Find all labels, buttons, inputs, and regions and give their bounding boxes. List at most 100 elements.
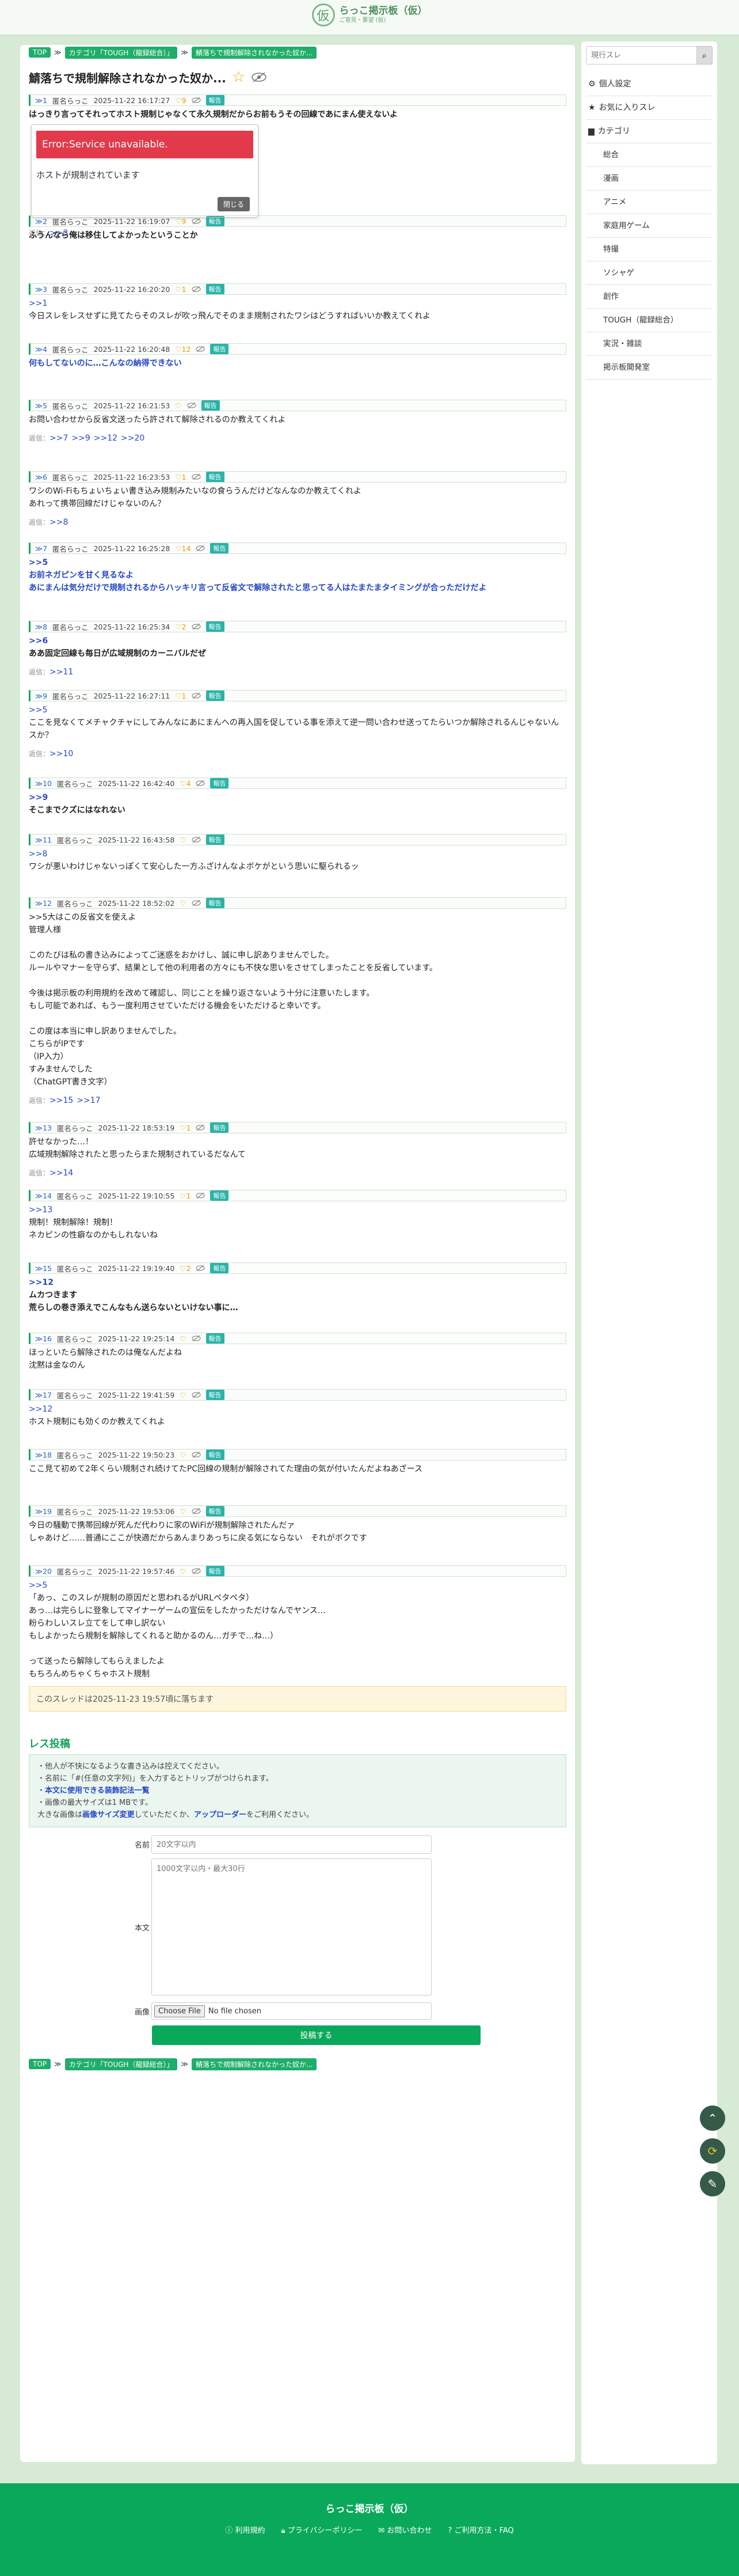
sidebar-item[interactable]: 掲示板開発室 <box>586 356 713 380</box>
post-number[interactable]: ≫1 <box>35 96 47 105</box>
like-heart-icon[interactable]: ♡1 <box>180 1124 191 1132</box>
report-button[interactable]: 報告 <box>205 621 224 632</box>
sidebar-item[interactable]: 特撮 <box>586 238 713 261</box>
post-number[interactable]: ≫15 <box>35 1264 52 1273</box>
sidebar-item[interactable]: アニメ <box>586 191 713 214</box>
post-number[interactable]: ≫17 <box>35 1391 52 1399</box>
breadcrumb-thread[interactable]: 鯖落ちで規制解除されなかった奴か... <box>192 2058 317 2070</box>
hide-post-eye-icon[interactable] <box>191 473 201 480</box>
hide-post-eye-icon[interactable] <box>191 218 201 225</box>
breadcrumb-category[interactable]: カテゴリ「TOUGH（龍録総合）」 <box>64 46 178 59</box>
post-number[interactable]: ≫11 <box>35 836 52 844</box>
name-input[interactable] <box>151 1835 432 1854</box>
report-button[interactable]: 報告 <box>201 400 220 411</box>
footer-link-privacy[interactable]: 🔒︎ プライバシーポリシー <box>281 2524 363 2535</box>
like-heart-icon[interactable]: ♡1 <box>175 473 186 481</box>
report-button[interactable]: 報告 <box>210 543 229 553</box>
close-button[interactable]: 閉じる <box>217 197 250 211</box>
like-heart-icon[interactable]: ♡9 <box>175 217 186 226</box>
sidebar-item[interactable]: ⚙ 個人設定 <box>586 73 713 96</box>
breadcrumb-top[interactable]: TOP <box>29 47 51 58</box>
like-heart-icon[interactable]: ♡14 <box>175 544 191 553</box>
sidebar-item[interactable]: 漫画 <box>586 167 713 191</box>
report-button[interactable]: 報告 <box>210 1263 229 1273</box>
hide-post-eye-icon[interactable] <box>191 286 201 293</box>
sidebar-item[interactable]: 創作 <box>586 285 713 309</box>
report-button[interactable]: 報告 <box>210 1190 229 1201</box>
report-button[interactable]: 報告 <box>210 1122 229 1133</box>
like-heart-icon[interactable]: ♡2 <box>180 1264 191 1273</box>
like-heart-icon[interactable]: ♡ <box>180 836 186 844</box>
site-logo[interactable]: 仮 らっこ掲示板（仮） ご意見・要望 (仮) <box>311 3 428 26</box>
report-button[interactable]: 報告 <box>205 284 224 294</box>
hide-post-eye-icon[interactable] <box>196 545 205 552</box>
hide-post-eye-icon[interactable] <box>191 97 201 104</box>
reply-link[interactable]: >>7 <box>49 434 68 443</box>
sidebar-item[interactable]: 実況・雑談 <box>586 332 713 356</box>
footer-link-terms[interactable]: ⓘ 利用規約 <box>225 2524 265 2535</box>
hide-post-eye-icon[interactable] <box>191 1508 201 1515</box>
reply-link[interactable]: >>10 <box>49 749 73 758</box>
report-button[interactable]: 報告 <box>210 778 229 788</box>
reply-link[interactable]: >>12 <box>94 434 117 443</box>
breadcrumb-category[interactable]: カテゴリ「TOUGH（龍録総合）」 <box>64 2058 178 2070</box>
like-heart-icon[interactable]: ♡4 <box>180 779 191 788</box>
report-button[interactable]: 報告 <box>205 472 224 482</box>
post-number[interactable]: ≫5 <box>35 401 47 410</box>
hide-post-eye-icon[interactable] <box>191 900 201 906</box>
like-heart-icon[interactable]: ♡2 <box>175 623 186 631</box>
post-number[interactable]: ≫8 <box>35 623 47 631</box>
reply-link[interactable]: >>8 <box>49 518 68 527</box>
refresh-icon[interactable]: ⟳ <box>700 2138 725 2164</box>
post-number[interactable]: ≫2 <box>35 217 47 226</box>
post-number[interactable]: ≫19 <box>35 1507 52 1516</box>
hide-post-eye-icon[interactable] <box>191 1451 201 1458</box>
breadcrumb-top[interactable]: TOP <box>29 2059 51 2069</box>
breadcrumb-thread[interactable]: 鯖落ちで規制解除されなかった奴か... <box>192 46 317 59</box>
markup-guide-link[interactable]: 本文に使用できる装飾記法一覧 <box>45 1786 150 1795</box>
report-button[interactable]: 報告 <box>205 95 224 105</box>
like-heart-icon[interactable]: ♡ <box>180 1567 186 1576</box>
post-number[interactable]: ≫3 <box>35 285 47 294</box>
submit-button[interactable]: 投稿する <box>152 2025 481 2045</box>
sidebar-item[interactable]: ★ お気に入りスレ <box>586 96 713 120</box>
hide-post-eye-icon[interactable] <box>191 623 201 630</box>
post-number[interactable]: ≫18 <box>35 1451 52 1459</box>
like-heart-icon[interactable]: ♡ <box>175 401 181 410</box>
post-number[interactable]: ≫6 <box>35 473 47 481</box>
post-number[interactable]: ≫9 <box>35 692 47 700</box>
favorite-star-icon[interactable]: ☆ <box>232 70 245 85</box>
like-heart-icon[interactable]: ♡1 <box>180 1192 191 1200</box>
image-resize-link[interactable]: 画像サイズ変更 <box>82 1811 135 1819</box>
hide-post-eye-icon[interactable] <box>196 1192 205 1199</box>
choose-file-button[interactable]: Choose File <box>154 2005 205 2017</box>
report-button[interactable]: 報告 <box>210 344 229 354</box>
like-heart-icon[interactable]: ♡ <box>180 1451 186 1459</box>
search-input[interactable] <box>586 46 697 65</box>
reply-link[interactable]: >>17 <box>77 1096 100 1105</box>
reply-link[interactable]: >>9 <box>71 434 90 443</box>
hide-post-eye-icon[interactable] <box>191 1568 201 1575</box>
hide-post-eye-icon[interactable] <box>196 1124 205 1131</box>
reply-link[interactable]: >>15 <box>49 1096 73 1105</box>
report-button[interactable]: 報告 <box>205 1450 224 1460</box>
like-heart-icon[interactable]: ♡1 <box>175 692 186 700</box>
report-button[interactable]: 報告 <box>205 691 224 701</box>
hide-post-eye-icon[interactable] <box>196 346 205 352</box>
report-button[interactable]: 報告 <box>205 898 224 908</box>
like-heart-icon[interactable]: ♡ <box>180 1334 186 1343</box>
post-number[interactable]: ≫12 <box>35 899 52 908</box>
hide-post-eye-icon[interactable] <box>191 836 201 843</box>
report-button[interactable]: 報告 <box>205 1566 224 1576</box>
post-number[interactable]: ≫13 <box>35 1124 52 1132</box>
like-heart-icon[interactable]: ♡9 <box>175 96 186 105</box>
scroll-top-icon[interactable]: ⌃ <box>700 2105 725 2131</box>
like-heart-icon[interactable]: ♡ <box>180 1507 186 1516</box>
report-button[interactable]: 報告 <box>205 834 224 845</box>
sidebar-item[interactable]: ▆ カテゴリ <box>586 120 713 143</box>
reply-link[interactable]: >>11 <box>49 667 73 677</box>
report-button[interactable]: 報告 <box>205 1390 224 1400</box>
search-icon[interactable]: ⌕ <box>696 46 713 65</box>
report-button[interactable]: 報告 <box>205 1333 224 1344</box>
compose-icon[interactable]: ✎ <box>700 2171 725 2196</box>
